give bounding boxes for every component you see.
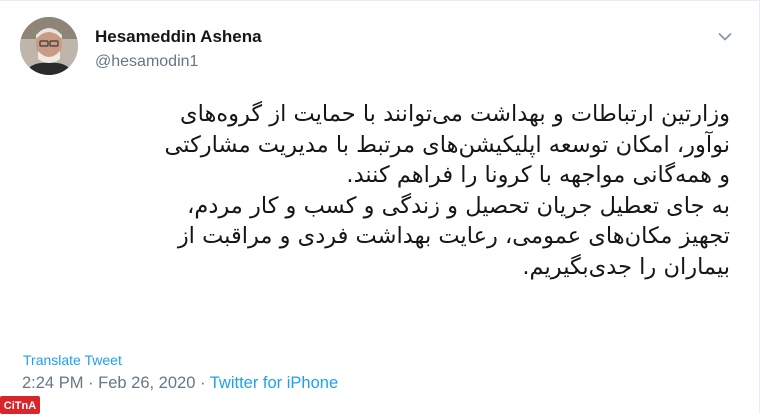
author-block: Hesameddin Ashena @hesamodin1 (95, 27, 262, 73)
tweet-line: و همه‌گانی مواجهه با کرونا را فراهم کنند… (346, 162, 730, 188)
tweet-menu-button[interactable] (715, 27, 735, 47)
meta-separator: · (195, 374, 210, 392)
tweet-meta: 2:24 PM · Feb 26, 2020 · Twitter for iPh… (22, 374, 338, 393)
chevron-down-icon (718, 33, 732, 41)
tweet-card: Hesameddin Ashena @hesamodin1 وزارتین ار… (0, 0, 760, 414)
tweet-source-link[interactable]: Twitter for iPhone (210, 374, 338, 392)
tweet-line: تجهیز مکان‌های عمومی، رعایت بهداشت فردی … (177, 223, 730, 249)
citna-logo-icon: CiTnA (0, 396, 40, 414)
tweet-date[interactable]: Feb 26, 2020 (98, 374, 195, 392)
tweet-time[interactable]: 2:24 PM (22, 374, 83, 392)
tweet-line: نوآور، امکان توسعه اپلیکیشن‌های مرتبط با… (164, 131, 730, 158)
tweet-line: وزارتین ارتباطات و بهداشت می‌توانند با ح… (180, 101, 730, 127)
svg-text:CiTnA: CiTnA (4, 400, 36, 412)
author-handle[interactable]: @hesamodin1 (95, 51, 262, 73)
tweet-text: وزارتین ارتباطات و بهداشت می‌توانند با ح… (14, 99, 730, 282)
citna-logo: CiTnA (0, 396, 40, 414)
tweet-line: به جای تعطیل جریان تحصیل و زندگی و کسب و… (187, 192, 730, 219)
meta-separator: · (83, 374, 99, 392)
translate-tweet-link[interactable]: Translate Tweet (23, 352, 122, 368)
avatar-image (20, 17, 78, 75)
tweet-line: بیماران را جدی‌بگیریم. (522, 253, 730, 280)
author-name[interactable]: Hesameddin Ashena (95, 27, 262, 47)
avatar[interactable] (20, 17, 78, 75)
